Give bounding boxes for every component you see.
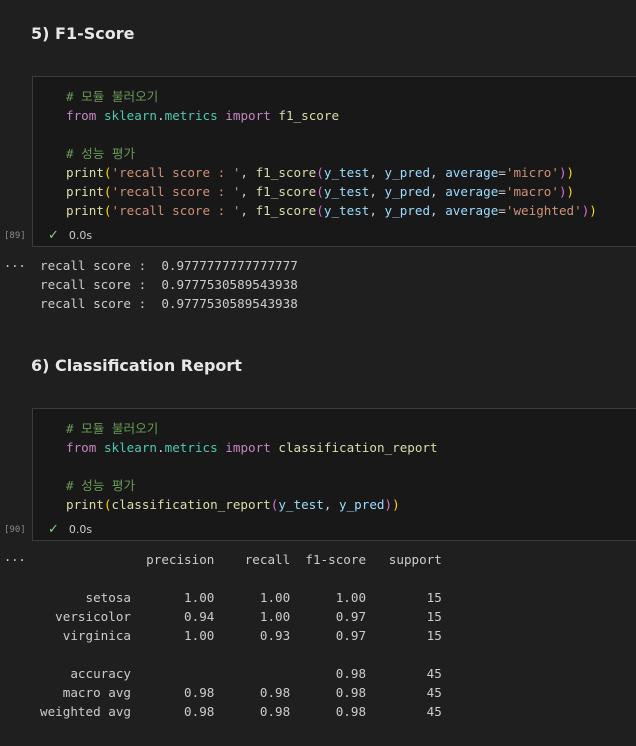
code-token: y_test: [323, 203, 370, 218]
code-token: 'recall score : ': [111, 203, 241, 218]
cell-output-89: recall score : 0.9777777777777777 recall…: [40, 256, 298, 313]
code-token: ,: [430, 184, 446, 199]
code-token: classification_report: [111, 497, 271, 512]
code-token: ,: [240, 184, 256, 199]
code-token: y_pred: [339, 497, 385, 512]
code-token: import: [225, 108, 271, 123]
code-token: y_test: [323, 184, 370, 199]
code-comment: # 모듈 불러오기: [66, 89, 159, 104]
output-line: recall score : 0.9777530589543938: [40, 296, 298, 311]
code-token: 'weighted': [505, 203, 582, 218]
code-token: average: [445, 203, 499, 218]
code-token: .: [157, 440, 165, 455]
code-token: f1_score: [255, 165, 317, 180]
code-comment: # 모듈 불러오기: [66, 421, 159, 436]
code-token: average: [445, 184, 499, 199]
code-token: y_test: [323, 165, 370, 180]
execution-time: 0.0s: [68, 523, 93, 536]
code-token: 'macro': [505, 184, 559, 199]
code-token: (: [103, 184, 112, 199]
code-token: (: [316, 184, 324, 199]
code-comment: # 성능 평가: [66, 146, 136, 161]
code-token: ,: [430, 203, 446, 218]
code-token: ,: [369, 184, 385, 199]
code-token: f1_score: [255, 184, 317, 199]
code-editor[interactable]: # 모듈 불러오기 from sklearn.metrics import cl…: [66, 419, 438, 514]
code-token: ): [566, 165, 575, 180]
code-token: print: [66, 165, 104, 180]
code-token: y_pred: [384, 184, 431, 199]
code-token: y_pred: [384, 203, 431, 218]
code-token: (: [316, 165, 324, 180]
execution-status: ✓ 0.0s: [48, 228, 92, 243]
code-token: =: [498, 184, 506, 199]
report-row: virginica 1.00 0.93 0.97 15: [40, 628, 442, 643]
report-row: macro avg 0.98 0.98 0.98 45: [40, 685, 442, 700]
section-heading-f1-score: 5) F1-Score: [31, 24, 135, 43]
code-token: ): [589, 203, 597, 218]
output-menu-icon[interactable]: ...: [4, 550, 26, 564]
code-token: print: [66, 184, 104, 199]
output-menu-icon[interactable]: ...: [4, 256, 26, 270]
code-token: (: [103, 165, 112, 180]
code-token: 'recall score : ': [111, 184, 241, 199]
code-token: ,: [240, 165, 256, 180]
code-cell-89[interactable]: # 모듈 불러오기 from sklearn.metrics import f1…: [32, 76, 636, 247]
execution-count: [90]: [4, 525, 26, 535]
output-line: recall score : 0.9777777777777777: [40, 258, 298, 273]
code-token: ,: [430, 165, 446, 180]
code-comment: # 성능 평가: [66, 478, 136, 493]
code-token: import: [225, 440, 271, 455]
code-token: print: [66, 203, 104, 218]
code-token: average: [445, 165, 499, 180]
code-token: print: [66, 497, 104, 512]
code-token: =: [498, 165, 506, 180]
code-token: sklearn: [103, 108, 158, 123]
code-token: ): [384, 497, 393, 512]
report-row: weighted avg 0.98 0.98 0.98 45: [40, 704, 442, 719]
report-row: accuracy 0.98 45: [40, 666, 442, 681]
report-row: versicolor 0.94 1.00 0.97 15: [40, 609, 442, 624]
checkmark-icon: ✓: [48, 522, 59, 537]
code-token: 'micro': [505, 165, 559, 180]
code-token: ): [558, 184, 567, 199]
section-heading-classification-report: 6) Classification Report: [31, 356, 242, 375]
execution-time: 0.0s: [68, 229, 93, 242]
code-token: ,: [240, 203, 256, 218]
report-header: precision recall f1-score support: [40, 552, 442, 567]
code-token: f1_score: [278, 108, 340, 123]
checkmark-icon: ✓: [48, 228, 59, 243]
code-token: ): [392, 497, 400, 512]
code-token: .: [157, 108, 165, 123]
code-token: =: [498, 203, 506, 218]
code-token: classification_report: [278, 440, 438, 455]
code-token: ,: [323, 497, 340, 512]
code-token: metrics: [164, 108, 218, 123]
code-token: from: [66, 440, 97, 455]
code-token: from: [66, 108, 97, 123]
code-editor[interactable]: # 모듈 불러오기 from sklearn.metrics import f1…: [66, 87, 597, 220]
classification-report-output: precision recall f1-score support setosa…: [40, 550, 442, 721]
code-token: (: [103, 497, 112, 512]
code-token: y_pred: [384, 165, 431, 180]
code-token: ,: [369, 165, 385, 180]
output-line: recall score : 0.9777530589543938: [40, 277, 298, 292]
code-token: sklearn: [103, 440, 158, 455]
code-token: (: [316, 203, 324, 218]
code-token: f1_score: [255, 203, 317, 218]
code-token: ): [566, 184, 575, 199]
code-token: 'recall score : ': [111, 165, 241, 180]
report-row: setosa 1.00 1.00 1.00 15: [40, 590, 442, 605]
code-cell-90[interactable]: # 모듈 불러오기 from sklearn.metrics import cl…: [32, 408, 636, 541]
code-token: y_test: [278, 497, 324, 512]
execution-status: ✓ 0.0s: [48, 522, 92, 537]
execution-count: [89]: [4, 231, 26, 241]
code-token: ,: [369, 203, 385, 218]
code-token: ): [558, 165, 567, 180]
code-token: (: [103, 203, 112, 218]
code-token: metrics: [164, 440, 218, 455]
